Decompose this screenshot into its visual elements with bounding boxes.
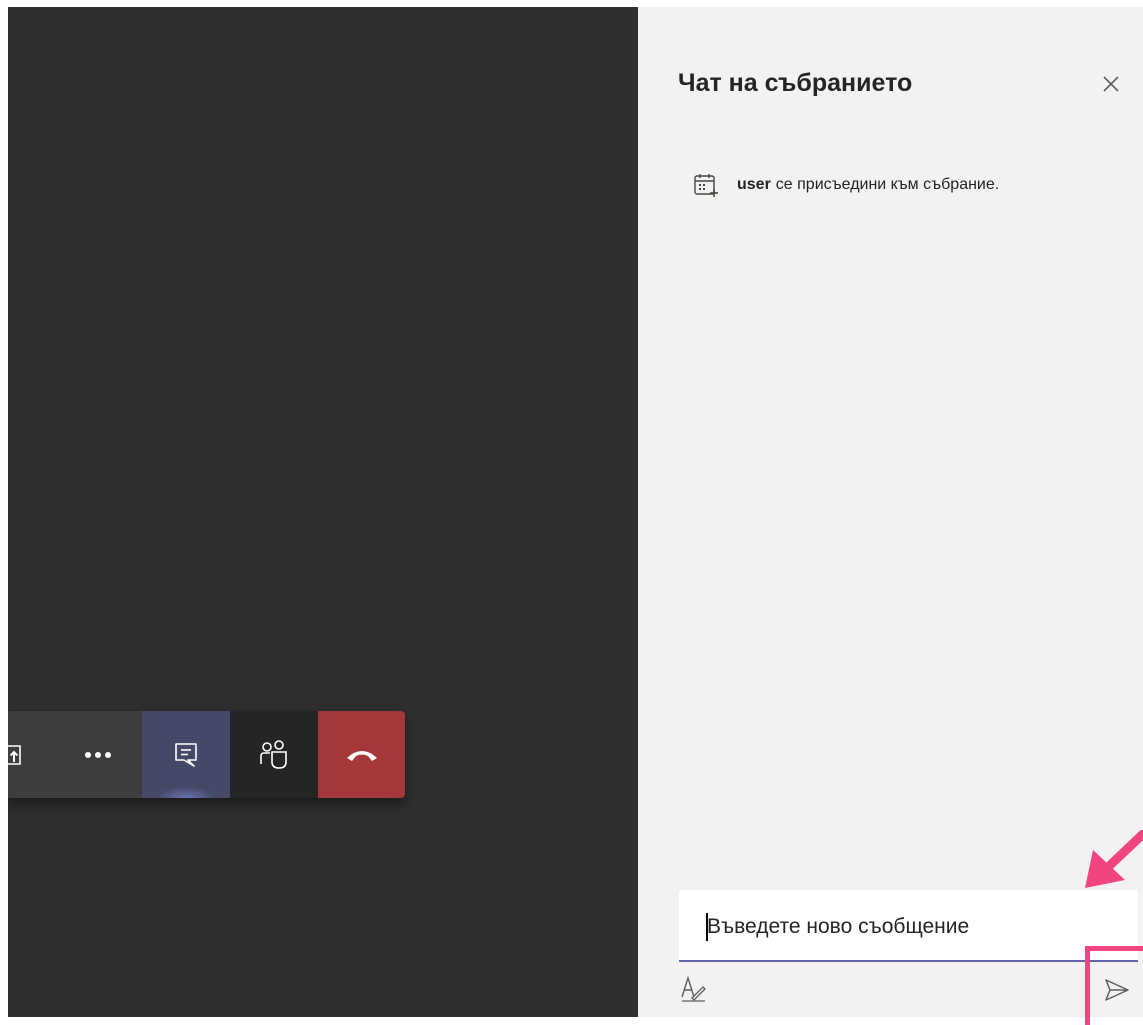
system-message: user се присъедини към събрание.: [693, 172, 999, 198]
message-text: се присъедини към събрание.: [775, 176, 1000, 193]
chat-toggle-button[interactable]: [142, 711, 230, 798]
share-screen-button[interactable]: [8, 711, 54, 798]
text-cursor: [706, 913, 708, 941]
meeting-chat-panel: Чат на събранието user се присъедини към…: [638, 7, 1143, 1017]
chat-icon: [175, 742, 197, 767]
send-button-highlight: [1085, 946, 1143, 1025]
hang-up-button[interactable]: [318, 711, 405, 798]
message-user-name: user: [737, 176, 771, 193]
more-options-button[interactable]: [54, 711, 142, 798]
call-controls-bar: [8, 711, 405, 798]
more-options-icon: [85, 751, 111, 758]
pointer-arrow-icon: [1085, 830, 1143, 888]
message-input[interactable]: [707, 912, 1127, 942]
calendar-join-icon: [694, 174, 718, 197]
participants-button[interactable]: [230, 711, 318, 798]
share-screen-icon: [8, 744, 21, 765]
video-stage: [8, 7, 638, 1017]
close-icon[interactable]: [1100, 73, 1122, 95]
participants-icon: [260, 739, 287, 769]
format-icon[interactable]: [679, 973, 709, 1003]
compose-box[interactable]: [679, 890, 1138, 962]
panel-title: Чат на събранието: [678, 69, 913, 97]
hang-up-icon: [346, 750, 377, 761]
